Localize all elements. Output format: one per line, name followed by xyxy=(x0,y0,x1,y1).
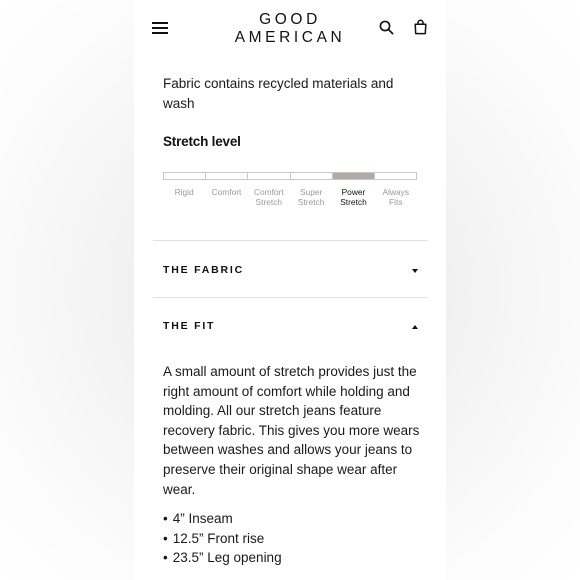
fabric-note: Fabric contains recycled materials and w… xyxy=(163,76,394,111)
list-item: 23.5” Leg opening xyxy=(163,548,425,568)
accordion-the-fabric-title: THE FABRIC xyxy=(163,264,244,276)
stretch-segment-power-stretch xyxy=(332,173,375,179)
stretch-level-scale xyxy=(163,172,417,180)
stretch-label-comfort-stretch: Comfort Stretch xyxy=(253,187,284,207)
product-details-screen: GOOD AMERICAN Fabric contains recycled m… xyxy=(134,0,446,580)
stretch-segment-always-fits xyxy=(375,173,416,179)
accordion-the-fit-title: THE FIT xyxy=(163,320,216,332)
caret-down-icon xyxy=(412,269,418,273)
stretch-segment-rigid xyxy=(164,173,207,179)
site-header: GOOD AMERICAN xyxy=(134,0,446,58)
stretch-level-title: Stretch level xyxy=(163,134,241,149)
list-item: 4” Inseam xyxy=(163,509,425,529)
accordion-the-fit[interactable]: THE FIT xyxy=(153,317,428,337)
stretch-segment-super-stretch xyxy=(291,173,333,179)
search-icon[interactable] xyxy=(379,20,394,35)
accordion-the-fabric[interactable]: THE FABRIC xyxy=(153,261,428,281)
stretch-label-rigid: Rigid xyxy=(174,187,194,197)
stretch-label-power-stretch: Power Stretch xyxy=(340,187,367,207)
caret-up-icon xyxy=(412,325,418,329)
bag-icon[interactable] xyxy=(413,19,428,35)
stretch-label-comfort: Comfort xyxy=(211,187,242,197)
stretch-segment-comfort-stretch xyxy=(248,173,291,179)
fit-measurements-list: 4” Inseam 12.5” Front rise 23.5” Leg ope… xyxy=(163,509,425,568)
brand-logo-line-2: AMERICAN xyxy=(234,29,346,46)
stretch-segment-comfort xyxy=(206,173,249,179)
fit-description: A small amount of stretch provides just … xyxy=(163,364,420,497)
list-item: 12.5” Front rise xyxy=(163,529,425,549)
divider xyxy=(153,297,428,298)
stretch-label-super-stretch: Super Stretch xyxy=(297,187,325,207)
brand-logo[interactable]: GOOD AMERICAN xyxy=(134,11,446,47)
stretch-level-labels: Rigid Comfort Comfort Stretch Super Stre… xyxy=(163,187,417,207)
brand-logo-line-1: GOOD xyxy=(259,11,321,28)
stretch-label-always-fits: Always Fits xyxy=(382,187,410,207)
divider xyxy=(153,240,428,241)
